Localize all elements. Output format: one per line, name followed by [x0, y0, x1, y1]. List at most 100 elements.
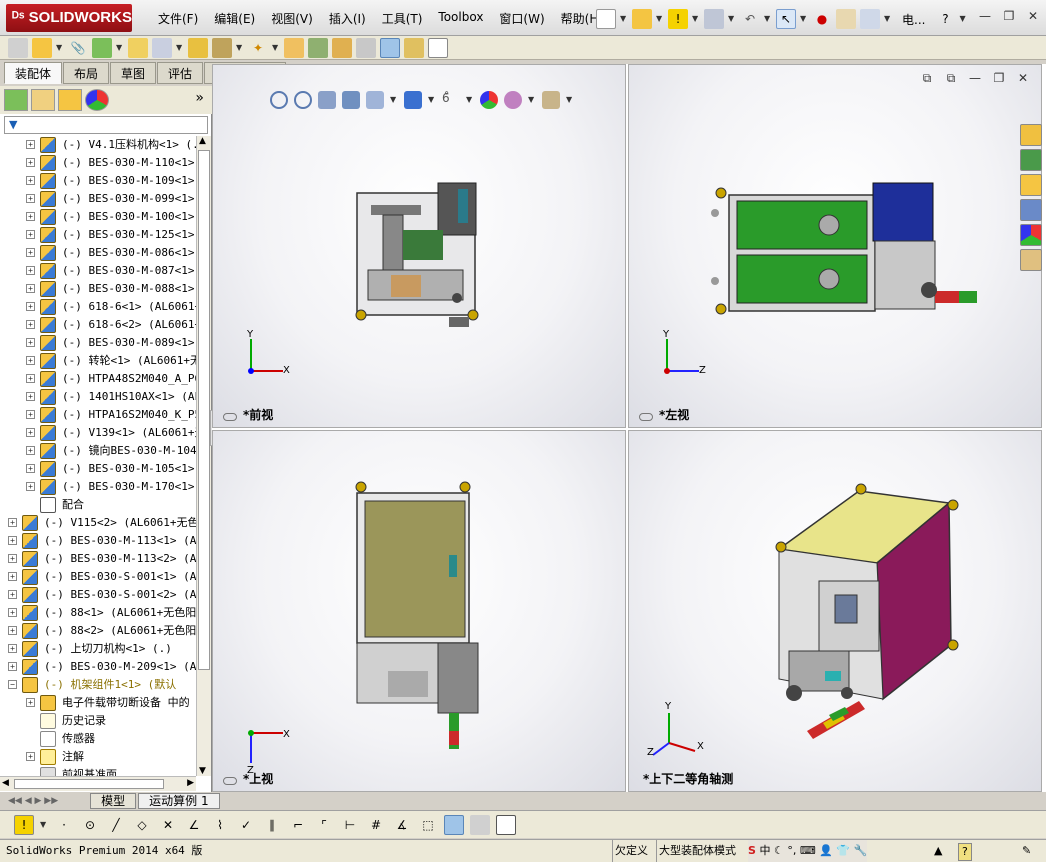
- expand-icon[interactable]: +: [8, 554, 17, 563]
- show-hidden-icon[interactable]: [188, 37, 208, 58]
- tree-row[interactable]: + (-) HTPA48S2M040_A_P6_: [0, 370, 196, 388]
- tree-row[interactable]: 配合: [0, 496, 196, 514]
- hide-show-dropdown-icon[interactable]: ▼: [466, 90, 474, 110]
- new-motion-study-icon[interactable]: [284, 37, 304, 58]
- tree-row[interactable]: + (-) V4.1压料机构<1> (.: [0, 136, 196, 154]
- expand-icon[interactable]: +: [26, 158, 35, 167]
- collapse-icon[interactable]: −: [8, 680, 17, 689]
- shirt-icon[interactable]: 👕: [836, 844, 850, 857]
- restore-icon[interactable]: ❐: [1000, 8, 1018, 24]
- tree-row[interactable]: + (-) BES-030-S-001<1> (AL6: [0, 568, 196, 586]
- expand-icon[interactable]: +: [26, 752, 35, 761]
- linear-pattern-icon[interactable]: [92, 37, 112, 58]
- zoom-to-area-icon[interactable]: [294, 91, 312, 109]
- status-up-arrow-icon[interactable]: ▲: [934, 840, 942, 862]
- expand-icon[interactable]: +: [26, 212, 35, 221]
- viewport-minimize-icon[interactable]: —: [966, 70, 984, 86]
- expand-icon[interactable]: +: [26, 284, 35, 293]
- menu-item-3[interactable]: 插入(I): [321, 8, 374, 28]
- insert-component-icon[interactable]: [8, 37, 28, 58]
- tree-row[interactable]: + (-) BES-030-M-113<1> (AL6: [0, 532, 196, 550]
- left-link-icon[interactable]: [639, 413, 653, 421]
- vertical-scroll-thumb[interactable]: [198, 150, 210, 670]
- mirror-icon[interactable]: ⌇: [210, 815, 230, 835]
- expand-icon[interactable]: +: [26, 446, 35, 455]
- pattern-dropdown-icon[interactable]: ▼: [116, 38, 124, 58]
- tree-row[interactable]: + (-) BES-030-M-125<1> (: [0, 226, 196, 244]
- print-dropdown-icon[interactable]: ▼: [728, 9, 736, 29]
- scroll-left-icon[interactable]: ◀: [2, 778, 9, 788]
- view-orientation-icon[interactable]: [366, 91, 384, 109]
- expand-icon[interactable]: +: [26, 338, 35, 347]
- orientation-dropdown-icon[interactable]: ▼: [390, 90, 398, 110]
- select-cursor-icon[interactable]: ↖: [776, 9, 796, 29]
- zoom-to-fit-icon[interactable]: [270, 91, 288, 109]
- tree-row[interactable]: + (-) BES-030-M-113<2> (AL6: [0, 550, 196, 568]
- expand-icon[interactable]: +: [26, 428, 35, 437]
- tree-row[interactable]: + (-) 88<2> (AL6061+无色阳极: [0, 622, 196, 640]
- expand-icon[interactable]: +: [8, 626, 17, 635]
- appearances-icon[interactable]: [1020, 224, 1042, 246]
- view-settings-icon[interactable]: [542, 91, 560, 109]
- file-properties-icon[interactable]: [836, 9, 856, 29]
- help-dropdown-icon[interactable]: ▼: [959, 9, 967, 29]
- assembly-features-icon[interactable]: [212, 37, 232, 58]
- help-icon[interactable]: ?: [935, 9, 955, 29]
- undo-icon[interactable]: ↶: [740, 9, 760, 29]
- open-folder-icon[interactable]: [632, 9, 652, 29]
- tree-row[interactable]: + (-) HTPA16S2M040_K_P5_: [0, 406, 196, 424]
- expand-icon[interactable]: +: [8, 536, 17, 545]
- undo-dropdown-icon[interactable]: ▼: [764, 9, 772, 29]
- command-tab-1[interactable]: 布局: [63, 62, 110, 84]
- expand-icon[interactable]: +: [26, 140, 35, 149]
- menu-item-6[interactable]: 窗口(W): [491, 8, 552, 28]
- viewport-front[interactable]: Y X *前视: [212, 64, 626, 428]
- options-dropdown-icon[interactable]: ▼: [884, 9, 892, 29]
- minimize-icon[interactable]: —: [976, 8, 994, 24]
- tree-filter[interactable]: ▼: [4, 116, 208, 134]
- section-view-icon[interactable]: [342, 91, 360, 109]
- expand-icon[interactable]: +: [26, 392, 35, 401]
- rebuild-warning-icon[interactable]: !: [668, 9, 688, 29]
- expand-icon[interactable]: +: [26, 320, 35, 329]
- menu-item-4[interactable]: 工具(T): [374, 8, 431, 28]
- menu-item-0[interactable]: 文件(F): [150, 8, 206, 28]
- wrench-icon[interactable]: 🔧: [854, 844, 868, 857]
- tree-row[interactable]: + (-) BES-030-M-089<1> (: [0, 334, 196, 352]
- tree-row[interactable]: + (-) BES-030-M-086<1> (: [0, 244, 196, 262]
- tree-row[interactable]: + 注解: [0, 748, 196, 766]
- viewport-top[interactable]: X Z *上视: [212, 430, 626, 792]
- solidworks-logo[interactable]: ᴰˢ SOLIDWORKS: [6, 4, 132, 32]
- keyboard-icon[interactable]: ⌨: [800, 844, 816, 857]
- instant3d-icon[interactable]: [380, 37, 400, 58]
- speedpak-icon[interactable]: [404, 37, 424, 58]
- tree-row[interactable]: + (-) BES-030-M-088<1> (: [0, 280, 196, 298]
- open-dropdown-icon[interactable]: ▼: [656, 9, 664, 29]
- property-manager-tab[interactable]: [31, 89, 55, 111]
- trim-icon[interactable]: ✕: [158, 815, 178, 835]
- warning-dropdown-icon[interactable]: ▼: [40, 815, 48, 835]
- display-style-dropdown-icon[interactable]: ▼: [428, 90, 436, 110]
- tree-row[interactable]: 前视基准面: [0, 766, 196, 776]
- design-library-icon[interactable]: [1020, 149, 1042, 171]
- tree-row[interactable]: + (-) 镜向BES-030-M-104<: [0, 442, 196, 460]
- expand-icon[interactable]: +: [26, 482, 35, 491]
- scene-dropdown-icon[interactable]: ▼: [528, 90, 536, 110]
- close-icon[interactable]: ✕: [1024, 8, 1042, 24]
- file-explorer-icon[interactable]: [1020, 174, 1042, 196]
- tree-row[interactable]: + (-) BES-030-M-209<1> (AL6: [0, 658, 196, 676]
- configuration-manager-tab[interactable]: [58, 89, 82, 111]
- traffic-light-icon[interactable]: ●: [812, 9, 832, 29]
- mate-icon[interactable]: 📎: [68, 38, 88, 58]
- horizontal-scroll-thumb[interactable]: [14, 779, 164, 789]
- menu-item-1[interactable]: 编辑(E): [206, 8, 263, 28]
- print-icon[interactable]: [704, 9, 724, 29]
- tree-row[interactable]: − (-) 机架组件1<1> (默认: [0, 676, 196, 694]
- user-icon[interactable]: 👤: [819, 844, 833, 857]
- tree-row[interactable]: + (-) 转轮<1> (AL6061+无: [0, 352, 196, 370]
- tree-horizontal-scrollbar[interactable]: ◀ ▶: [0, 776, 196, 791]
- expand-icon[interactable]: +: [26, 176, 35, 185]
- expand-icon[interactable]: +: [8, 662, 17, 671]
- expand-icon[interactable]: +: [26, 410, 35, 419]
- tree-vertical-scrollbar[interactable]: ▲ ▼: [196, 136, 211, 776]
